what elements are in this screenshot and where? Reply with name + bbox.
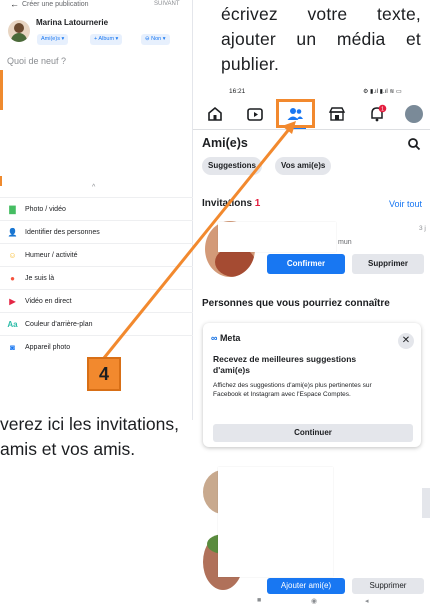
post-option[interactable]: ▇ Photo / vidéo [0,197,193,220]
album-chip[interactable]: + Album ▾ [90,34,123,45]
avatar [8,20,30,42]
friends-screen: écrivez votre texte, ajouter un média et… [193,0,430,608]
post-option[interactable]: 👤 Identifier des personnes [0,220,193,243]
post-option[interactable]: ▶ Vidéo en direct [0,289,193,312]
meta-accounts-card: ∞ Meta ✕ Recevez de meilleures suggestio… [203,323,421,447]
close-icon[interactable]: ✕ [398,333,414,349]
live-video-icon: ▶ [9,297,16,306]
see-all-link[interactable]: Voir tout [389,199,422,209]
post-option-label: Photo / vidéo [25,206,66,213]
post-options-list: ▇ Photo / vidéo 👤 Identifier des personnes ☺… [0,197,193,358]
meta-card-body: Affichez des suggestions d'ami(e)s plus … [213,382,372,398]
request-age: 3 j [419,225,426,232]
status-icons: ⚙ ▮.ıl ▮.ıl ≋ ▭ [363,89,402,95]
page-title: Ami(e)s [202,136,248,150]
delete-suggestion-button[interactable]: Supprimer [352,578,424,594]
tutorial-composite: ← Créer une publication SUIVANT Marina L… [0,0,430,608]
continue-button[interactable]: Continuer [213,424,413,442]
home-button-icon[interactable]: ◉ [311,597,317,605]
search-icon[interactable] [407,137,421,151]
post-option-label: Vidéo en direct [25,298,72,305]
video-icon[interactable] [245,104,265,124]
confirm-button[interactable]: Confirmer [267,254,345,274]
marketplace-icon[interactable] [327,104,347,124]
suggestions-tab[interactable]: Suggestions [202,157,263,175]
instruction-text-bottom: verez ici les invitations, amis et vos a… [0,414,179,459]
notifications-icon[interactable]: 1 [367,104,387,124]
sheet-handle-icon[interactable]: ^ [92,184,95,191]
add-friend-button[interactable]: Ajouter ami(e) [267,578,345,594]
post-option-label: Humeur / activité [25,252,78,259]
photo-icon: ▇ [9,205,16,214]
status-time: 16:21 [229,88,246,95]
post-option[interactable]: Aa Couleur d'arrière-plan [0,312,193,335]
create-post-header: ← Créer une publication SUIVANT [0,0,193,10]
post-option[interactable]: ● Je suis là [0,266,193,289]
user-name: Marina Latournerie [36,18,109,27]
meta-logo: ∞ Meta [211,333,240,343]
annotation-marker [0,176,2,186]
post-option[interactable]: ◙ Appareil photo [0,335,193,358]
back-arrow-icon[interactable]: ← [10,0,19,9]
system-nav-bar: ■ ◉ ◂ [193,594,430,608]
instruction-text-top: écrivez votre texte, ajouter un média et… [221,4,421,74]
post-option-label: Identifier des personnes [25,229,100,236]
meta-card-headline: Recevez de meilleures suggestions d'ami(… [213,354,357,375]
back-button-icon[interactable]: ◂ [365,597,369,605]
invitations-heading: Invitations 1 [202,198,260,209]
create-post-title: Créer une publication [22,1,89,8]
redacted-name [218,222,336,252]
invitations-label: Invitations [202,198,253,209]
redacted-suggestions [218,467,333,577]
profile-avatar-icon[interactable] [405,105,423,123]
annotation-marker [0,70,3,110]
post-text-input[interactable]: Quoi de neuf ? [7,56,66,66]
meta-infinity-icon: ∞ [211,333,218,343]
audience-chip[interactable]: Ami(e)s ▾ [37,34,69,45]
invitations-count: 1 [254,198,261,209]
post-option-label: Appareil photo [25,344,71,351]
suggestions-heading: Personnes que vous pourriez connaître [202,298,390,309]
post-option-label: Je suis là [25,275,55,282]
camera-icon: ◙ [10,343,15,352]
scroll-edge [422,488,430,518]
home-icon[interactable] [205,104,225,124]
meta-logo-text: Meta [219,333,241,343]
background-color-icon: Aa [7,320,18,329]
delete-button[interactable]: Supprimer [352,254,424,274]
post-option[interactable]: ☺ Humeur / activité [0,243,193,266]
step-badge: 4 [87,357,121,391]
next-button[interactable]: SUIVANT [154,1,180,7]
post-option-label: Couleur d'arrière-plan [25,321,93,328]
tag-people-icon: 👤 [7,228,18,237]
feeling-icon: ☺ [8,251,17,260]
notification-count: 1 [381,106,384,112]
recent-apps-icon[interactable]: ■ [257,597,261,604]
highlight-box [276,99,315,128]
mutual-friends-text: mun [338,239,352,246]
checkin-icon: ● [10,274,15,283]
ai-label-chip[interactable]: ⊖ Non ▾ [141,34,170,45]
your-friends-tab[interactable]: Vos ami(e)s [275,157,332,175]
